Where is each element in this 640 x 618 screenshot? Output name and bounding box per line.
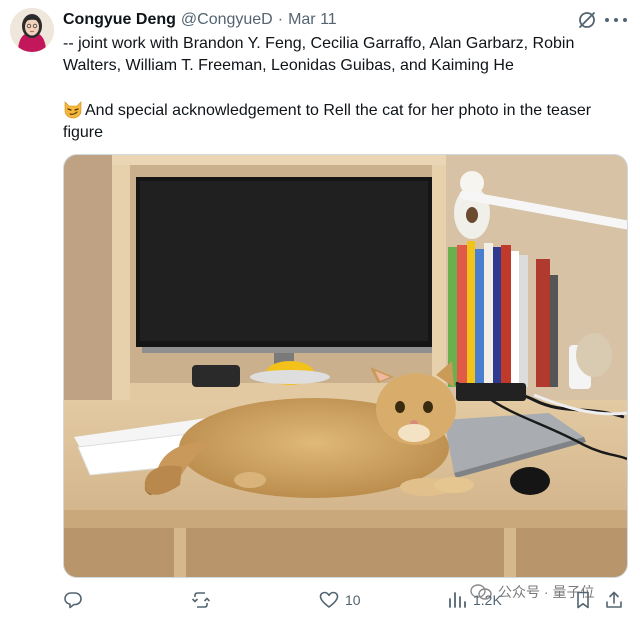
share-button[interactable] bbox=[604, 586, 624, 614]
like-count: 10 bbox=[345, 592, 361, 608]
cat-photo-image bbox=[64, 155, 627, 577]
tweet-text: -- joint work with Brandon Y. Feng, Ceci… bbox=[63, 33, 628, 144]
bookmark-icon bbox=[577, 591, 589, 609]
tweet: Congyue Deng @CongyueD · Mar 11 -- joint… bbox=[0, 0, 640, 618]
tweet-photo[interactable] bbox=[63, 154, 628, 578]
more-icon[interactable] bbox=[605, 10, 627, 30]
bookmark-button[interactable] bbox=[573, 586, 593, 614]
author-handle[interactable]: @CongyueD bbox=[181, 11, 273, 29]
reply-icon bbox=[64, 592, 82, 609]
tweet-header: Congyue Deng @CongyueD · Mar 11 bbox=[63, 9, 337, 31]
heart-icon bbox=[319, 591, 339, 608]
views-button[interactable]: 1.2K bbox=[447, 586, 502, 614]
views-icon bbox=[449, 592, 466, 608]
share-icon bbox=[606, 591, 622, 608]
grok-icon[interactable] bbox=[576, 9, 598, 31]
author-name[interactable]: Congyue Deng bbox=[63, 11, 176, 29]
action-bar: 10 1.2K bbox=[63, 586, 628, 614]
tweet-date[interactable]: Mar 11 bbox=[288, 11, 337, 29]
smirking-cat-emoji bbox=[63, 99, 83, 119]
retweet-button[interactable] bbox=[191, 586, 217, 614]
separator-dot: · bbox=[277, 11, 284, 28]
reply-button[interactable] bbox=[63, 586, 89, 614]
views-count: 1.2K bbox=[473, 592, 502, 608]
avatar[interactable] bbox=[10, 8, 54, 52]
more-dot bbox=[614, 18, 618, 22]
retweet-icon bbox=[191, 592, 211, 608]
tweet-text-line2: And special acknowledgement to Rell the … bbox=[63, 99, 628, 144]
more-dot bbox=[605, 18, 609, 22]
more-dot bbox=[623, 18, 627, 22]
like-button[interactable]: 10 bbox=[319, 586, 361, 614]
avatar-image bbox=[10, 8, 54, 52]
tweet-text-line2-content: And special acknowledgement to Rell the … bbox=[63, 102, 592, 141]
tweet-text-line1: -- joint work with Brandon Y. Feng, Ceci… bbox=[63, 35, 575, 74]
